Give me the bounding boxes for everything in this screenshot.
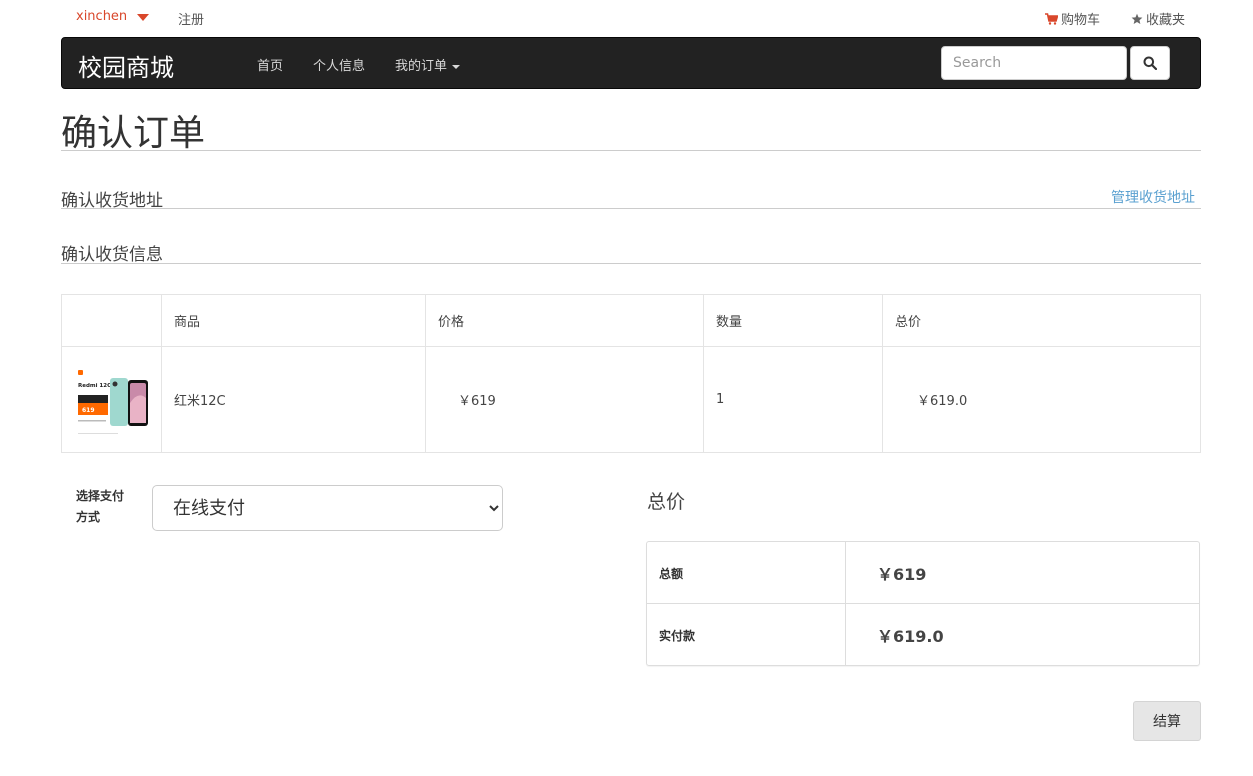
header-price: 价格 [425, 294, 704, 347]
search-input[interactable] [941, 46, 1127, 80]
summary-row-paid: 实付款 ￥619.0 [647, 603, 1199, 665]
summary-row-subtotal: 总额 ￥619 [647, 542, 1199, 604]
brand-logo[interactable]: 校园商城 [78, 48, 174, 83]
star-icon [1131, 13, 1143, 24]
info-section-title: 确认收货信息 [61, 245, 163, 265]
favorites-link[interactable]: 收藏夹 [1131, 9, 1185, 28]
header-quantity: 数量 [703, 294, 883, 347]
header-total: 总价 [882, 294, 1201, 347]
product-image-cell: Redmi 12C 619 [61, 346, 162, 453]
payment-method-select[interactable]: 在线支付 [152, 485, 503, 531]
username: xinchen [76, 9, 128, 24]
nav-profile[interactable]: 个人信息 [313, 55, 365, 74]
summary-subtotal-value: ￥619 [877, 565, 927, 584]
manage-address-link[interactable]: 管理收货地址 [1111, 187, 1195, 207]
table-header-row: 商品 价格 数量 总价 [61, 294, 1201, 347]
product-total: ￥619.0 [882, 346, 1201, 453]
summary-paid-value: ￥619.0 [877, 627, 944, 646]
top-bar: xinchen 注册 购物车 收藏夹 [0, 0, 1253, 36]
divider [61, 208, 1201, 209]
product-quantity: 1 [703, 346, 883, 453]
cart-link[interactable]: 购物车 [1045, 9, 1100, 28]
checkout-button[interactable]: 结算 [1133, 701, 1201, 741]
search-icon [1143, 56, 1157, 70]
favorites-label: 收藏夹 [1146, 13, 1186, 28]
caret-down-icon [137, 13, 150, 21]
nav-home[interactable]: 首页 [257, 55, 283, 74]
nav-my-orders-label: 我的订单 [395, 59, 448, 74]
product-image[interactable]: Redmi 12C 619 [68, 357, 154, 438]
product-price: ￥619 [425, 346, 704, 453]
summary-title: 总价 [647, 491, 686, 513]
product-image-model: Redmi 12C [78, 383, 111, 389]
summary-subtotal-label: 总额 [659, 567, 684, 581]
user-menu[interactable]: xinchen [76, 9, 150, 24]
payment-method-label: 选择支付方式 [76, 489, 125, 524]
summary-table: 总额 ￥619 实付款 ￥619.0 [646, 541, 1200, 666]
divider [61, 150, 1201, 151]
summary-paid-label: 实付款 [659, 629, 696, 643]
page-title: 确认订单 [61, 113, 206, 154]
header-product: 商品 [161, 294, 426, 347]
nav-my-orders[interactable]: 我的订单 [395, 55, 461, 74]
table-row: Redmi 12C 619 红米12C ￥619 1 ￥619.0 [61, 346, 1201, 453]
cart-icon [1045, 12, 1058, 25]
caret-down-icon [452, 64, 461, 69]
navbar: 校园商城 首页 个人信息 我的订单 [61, 37, 1201, 89]
order-items-table: 商品 价格 数量 总价 Redmi 12C 619 红米12C ￥619 1 ￥… [61, 294, 1201, 453]
product-name[interactable]: 红米12C [161, 346, 426, 453]
search-button[interactable] [1130, 46, 1170, 80]
cart-label: 购物车 [1061, 13, 1101, 28]
product-image-price: 619 [82, 407, 95, 414]
register-link[interactable]: 注册 [178, 9, 204, 28]
divider [61, 263, 1201, 264]
header-image [61, 294, 162, 347]
